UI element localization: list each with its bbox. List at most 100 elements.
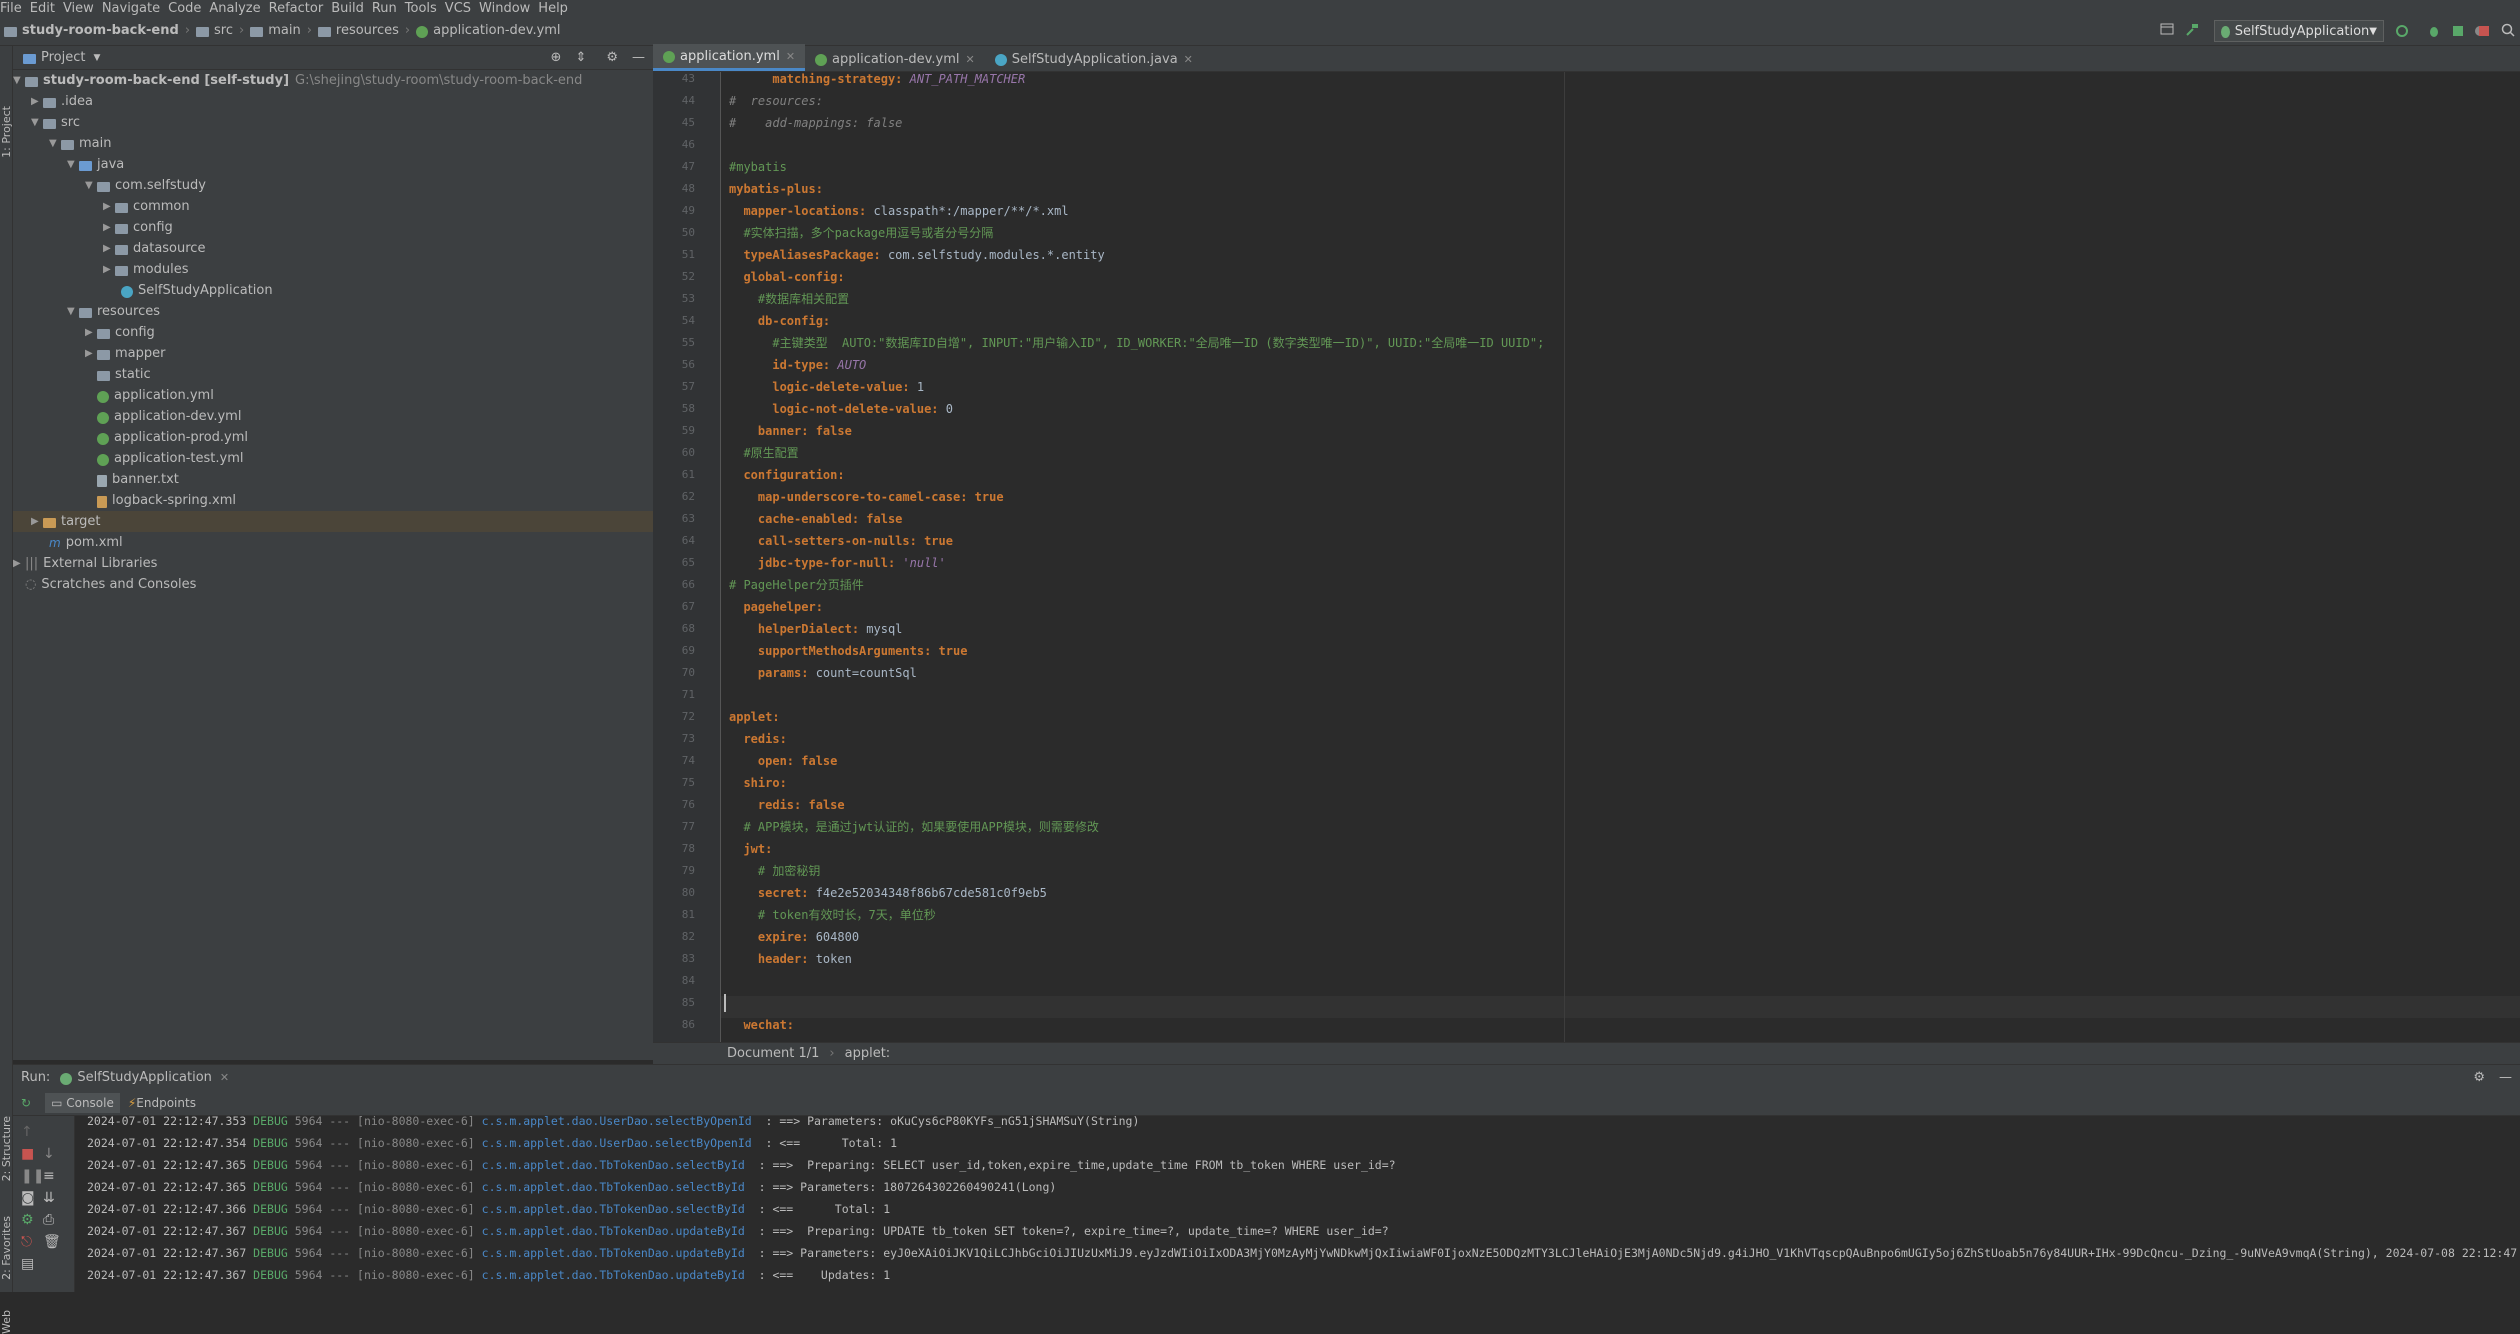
menu-tools[interactable]: Tools — [405, 1, 445, 16]
exit-icon[interactable]: ⎋ — [21, 1234, 32, 1250]
tree-item-banner[interactable]: banner.txt — [97, 469, 179, 490]
run-config-tab[interactable]: SelfStudyApplication — [77, 1070, 212, 1085]
project-panel-title[interactable]: Project — [41, 50, 85, 65]
structure-tool-button[interactable]: 2: Structure — [0, 1116, 13, 1181]
tree-item-application-yml[interactable]: application.yml — [97, 385, 214, 406]
code-line: #数据库相关配置 — [757, 292, 850, 306]
rerun-icon[interactable] — [2394, 23, 2410, 43]
menu-refactor[interactable]: Refactor — [269, 1, 332, 16]
console-output[interactable]: 2024-07-01 22:12:47.353 DEBUG 5964 --- [… — [75, 1116, 2520, 1292]
tree-item-app-class[interactable]: SelfStudyApplication — [121, 280, 273, 301]
build-hammer-icon[interactable] — [2184, 22, 2200, 42]
menu-vcs[interactable]: VCS — [445, 1, 479, 16]
tree-item-pom[interactable]: m pom.xml — [49, 532, 123, 553]
tree-item-package[interactable]: ▼ com.selfstudy — [85, 175, 206, 196]
breadcrumb-project[interactable]: study-room-back-end — [22, 23, 179, 38]
tree-item-target[interactable]: ▶ target — [13, 511, 653, 532]
menu-analyze[interactable]: Analyze — [209, 1, 268, 16]
tree-item-application-dev-yml[interactable]: application-dev.yml — [97, 406, 241, 427]
module-folder-icon — [25, 76, 38, 87]
tree-item-modules[interactable]: ▶ modules — [103, 259, 189, 280]
tree-item-src[interactable]: ▼ src — [31, 112, 80, 133]
stop-icon[interactable] — [2476, 23, 2492, 43]
breadcrumb-file[interactable]: application-dev.yml — [433, 23, 560, 38]
tree-item-datasource[interactable]: ▶ datasource — [103, 238, 205, 259]
breadcrumb-resources[interactable]: resources — [336, 23, 399, 38]
debug-bug-icon[interactable] — [2426, 23, 2442, 43]
breadcrumb-main[interactable]: main — [268, 23, 300, 38]
locate-icon[interactable]: ⊕ — [551, 50, 562, 65]
document-indicator[interactable]: Document 1/1 — [727, 1046, 819, 1061]
tree-item-application-test-yml[interactable]: application-test.yml — [97, 448, 243, 469]
tree-item-res-config[interactable]: ▶ config — [85, 322, 155, 343]
web-tool-button[interactable]: Web — [0, 1310, 13, 1334]
tree-item-logback[interactable]: logback-spring.xml — [97, 490, 236, 511]
gear-icon[interactable]: ⚙ — [2473, 1070, 2485, 1085]
yaml-path-crumb[interactable]: applet: — [845, 1046, 891, 1061]
menu-file[interactable]: File — [0, 1, 30, 16]
scroll-up-icon[interactable]: ↑ — [21, 1124, 33, 1140]
menu-help[interactable]: Help — [538, 1, 576, 16]
tree-label: SelfStudyApplication — [138, 283, 273, 298]
hide-icon[interactable]: — — [632, 50, 645, 65]
tree-label: config — [115, 325, 155, 340]
menu-navigate[interactable]: Navigate — [102, 1, 168, 16]
tree-label: static — [115, 367, 151, 382]
tree-item-config[interactable]: ▶ config — [103, 217, 173, 238]
tree-item-static[interactable]: static — [97, 364, 151, 385]
close-icon[interactable]: ✕ — [1184, 53, 1193, 66]
code-line: helperDialect: mysql — [757, 622, 903, 636]
tree-item-java[interactable]: ▼ java — [67, 154, 124, 175]
scroll-down-icon[interactable]: ↓ — [43, 1146, 55, 1162]
coverage-icon[interactable] — [2450, 23, 2466, 43]
tab-application-yml[interactable]: application.yml ✕ — [653, 44, 806, 71]
tree-item-application-prod-yml[interactable]: application-prod.yml — [97, 427, 248, 448]
menu-run[interactable]: Run — [372, 1, 405, 16]
print-icon[interactable]: ⎙ — [43, 1212, 54, 1228]
menu-edit[interactable]: Edit — [30, 1, 63, 16]
tree-item-root[interactable]: ▼ study-room-back-end [self-study] G:\sh… — [13, 70, 582, 91]
close-icon[interactable]: ✕ — [965, 53, 974, 66]
tab-console[interactable]: ▭ Console — [45, 1092, 120, 1113]
tree-item-external-libs[interactable]: ▶ ||| External Libraries — [13, 553, 157, 574]
menu-view[interactable]: View — [63, 1, 102, 16]
spring-boot-icon — [2221, 26, 2230, 38]
favorites-tool-button[interactable]: 2: Favorites — [0, 1216, 13, 1280]
menu-window[interactable]: Window — [479, 1, 538, 16]
chevron-down-icon[interactable]: ▼ — [93, 53, 100, 63]
project-tool-button[interactable]: 1: Project — [0, 106, 13, 158]
tree-item-mapper[interactable]: ▶ mapper — [85, 343, 165, 364]
line-number: 46 — [681, 138, 695, 151]
tree-item-idea[interactable]: ▶ .idea — [31, 91, 93, 112]
tree-item-common[interactable]: ▶ common — [103, 196, 190, 217]
close-icon[interactable]: ✕ — [786, 50, 795, 63]
restart-icon[interactable]: ↻ — [21, 1096, 31, 1110]
hide-icon[interactable]: — — [2499, 1070, 2512, 1085]
menu-code[interactable]: Code — [168, 1, 209, 16]
settings-icon[interactable]: ⚙ — [21, 1212, 34, 1228]
clear-all-icon[interactable]: 🗑 — [43, 1234, 61, 1250]
editor-gutter[interactable]: 43 44 45 46 47 48 49 50 51 52 53 54 55 56 57 58 59 60 61 62… — [653, 72, 721, 1042]
tab-endpoints[interactable]: ⚡Endpoints — [128, 1096, 196, 1110]
layout-icon[interactable]: ▤ — [21, 1256, 34, 1272]
camera-icon[interactable]: ◙ — [21, 1190, 35, 1206]
code-line: supportMethodsArguments: true — [757, 644, 968, 658]
line-number: 74 — [681, 754, 695, 767]
package-icon — [97, 181, 110, 192]
gear-icon[interactable]: ⚙ — [606, 50, 618, 65]
collapse-all-icon[interactable]: ⇕ — [575, 50, 586, 65]
menu-build[interactable]: Build — [331, 1, 372, 16]
search-icon[interactable] — [2500, 22, 2516, 42]
run-configuration-select[interactable]: SelfStudyApplication ▼ — [2214, 20, 2384, 42]
tree-item-scratches[interactable]: ◌ Scratches and Consoles — [25, 574, 196, 595]
soft-wrap-icon[interactable]: ≡ — [43, 1168, 55, 1184]
code-editor[interactable]: matching-strategy: ANT_PATH_MATCHER # res… — [721, 72, 2520, 1042]
layout-icon[interactable] — [2160, 22, 2174, 40]
close-icon[interactable]: ✕ — [220, 1071, 229, 1084]
scroll-to-end-icon[interactable]: ⇊ — [43, 1190, 55, 1206]
stop-icon[interactable]: ■ — [21, 1146, 34, 1162]
tree-item-main[interactable]: ▼ main — [49, 133, 111, 154]
tree-item-resources[interactable]: ▼ resources — [67, 301, 160, 322]
pause-icon[interactable]: ❚❚ — [21, 1168, 44, 1184]
breadcrumb-src[interactable]: src — [214, 23, 233, 38]
